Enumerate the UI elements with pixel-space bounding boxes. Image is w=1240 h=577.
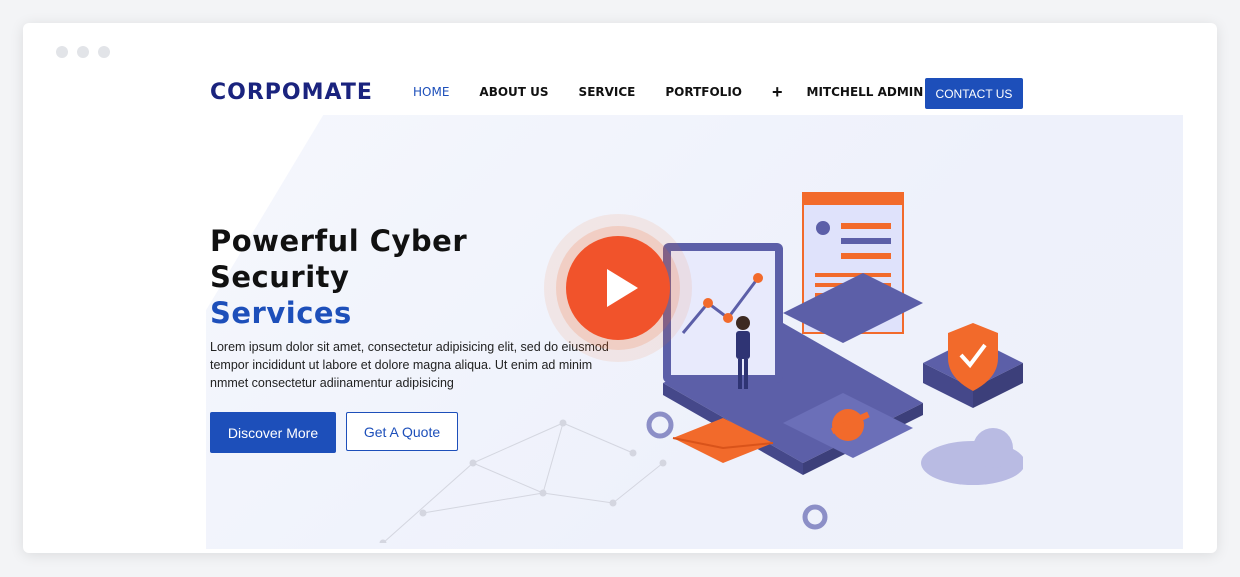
window-dot-icon[interactable] (98, 46, 110, 58)
contact-us-button[interactable]: CONTACT US (925, 78, 1023, 109)
window-controls (56, 46, 110, 58)
nav-item-user-menu[interactable]: MITCHELL ADMIN (807, 85, 938, 99)
nav-item-about[interactable]: ABOUT US (479, 85, 548, 99)
nav-item-portfolio[interactable]: PORTFOLIO (665, 85, 742, 99)
play-video-button[interactable] (543, 213, 693, 363)
gear-icon (646, 411, 674, 439)
cyber-security-illustration (379, 192, 1023, 543)
window-dot-icon[interactable] (77, 46, 89, 58)
plus-icon[interactable]: + (772, 83, 783, 101)
window-dot-icon[interactable] (56, 46, 68, 58)
nav-item-service[interactable]: SERVICE (579, 85, 636, 99)
network-graph-icon (379, 419, 667, 543)
browser-window: CORPOMATE HOME ABOUT US SERVICE PORTFOLI… (23, 23, 1217, 553)
brand-logo[interactable]: CORPOMATE (210, 80, 373, 105)
discover-more-button[interactable]: Discover More (210, 412, 336, 453)
user-menu-label: MITCHELL ADMIN (806, 85, 924, 99)
main-nav: HOME ABOUT US SERVICE PORTFOLIO + MITCHE… (413, 83, 967, 101)
nav-item-home[interactable]: HOME (413, 85, 449, 99)
gear-icon (802, 504, 828, 530)
